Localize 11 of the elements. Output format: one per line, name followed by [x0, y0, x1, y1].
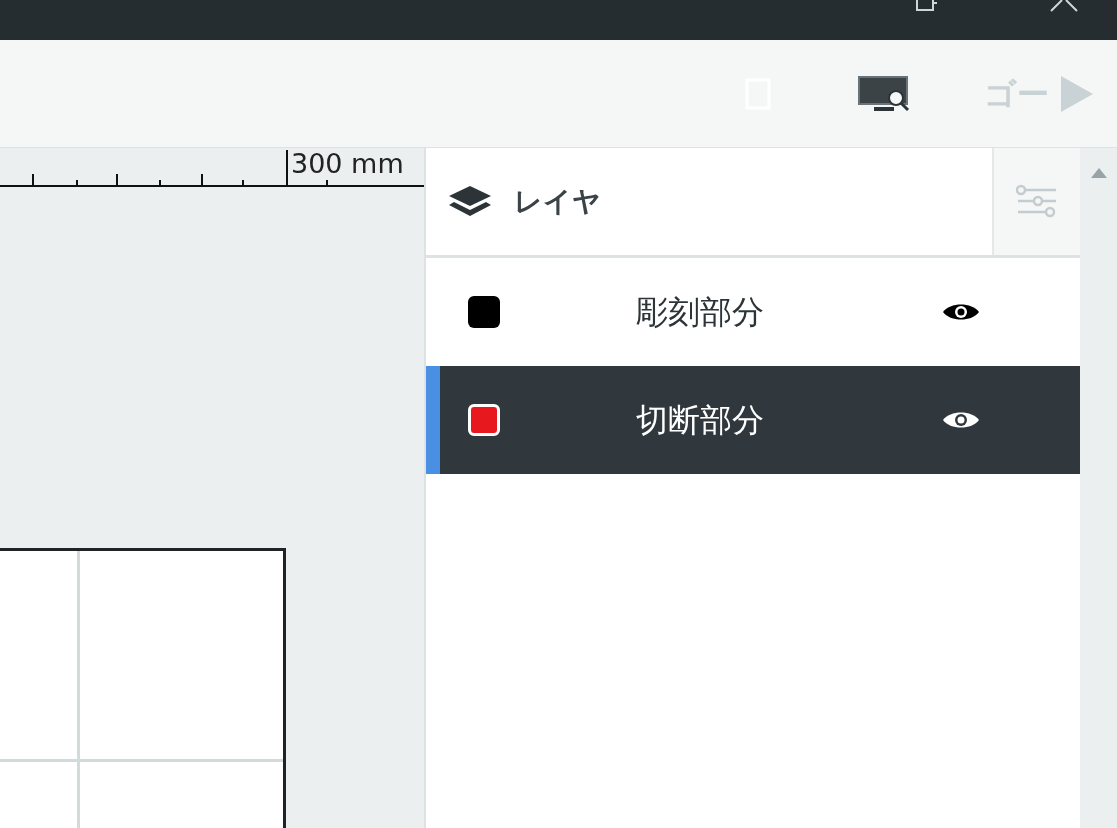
layer-name: 切断部分 [636, 400, 764, 441]
layer-row[interactable]: 切断部分 [426, 366, 1080, 474]
layer-name: 彫刻部分 [636, 292, 764, 333]
play-icon [1061, 75, 1093, 112]
layer-color-swatch[interactable] [468, 296, 500, 328]
sliders-icon [1016, 183, 1058, 220]
panel-title: レイヤ [514, 183, 601, 220]
close-icon[interactable] [1049, 0, 1079, 12]
layers-icon [448, 184, 492, 219]
ruler-label: 300 mm [291, 148, 404, 180]
layer-color-swatch[interactable] [468, 404, 500, 436]
